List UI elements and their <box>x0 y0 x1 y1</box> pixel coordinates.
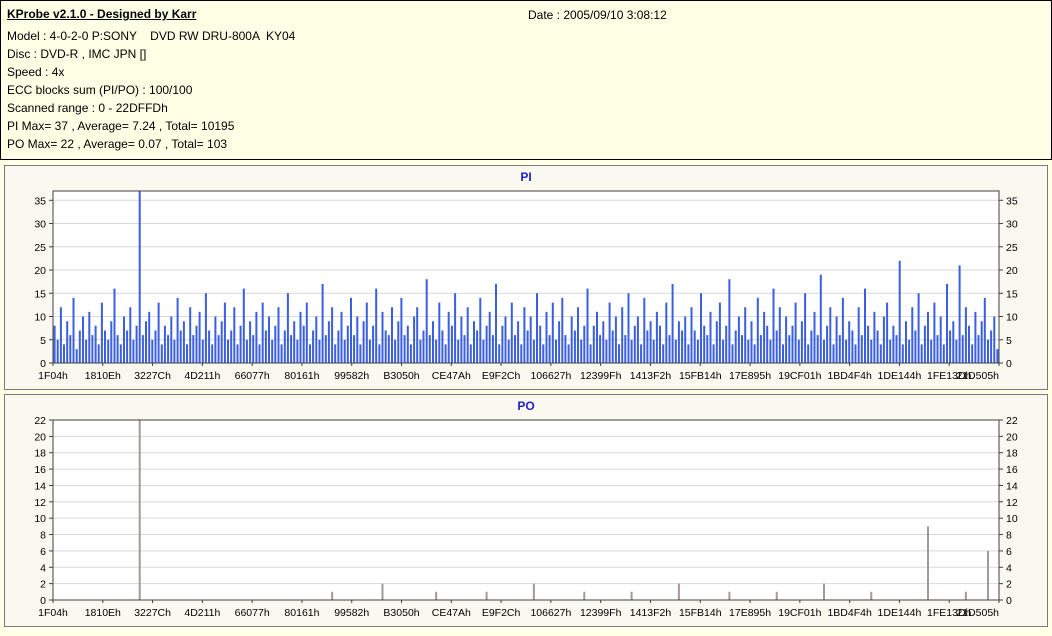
svg-text:21D505h: 21D505h <box>956 370 999 382</box>
svg-text:1810Eh: 1810Eh <box>85 607 121 619</box>
svg-text:16: 16 <box>34 464 46 476</box>
pi-chart-title: PI <box>520 170 532 184</box>
header-panel: KProbe v2.1.0 - Designed by Karr Date : … <box>0 0 1052 160</box>
svg-text:6: 6 <box>40 546 46 558</box>
svg-text:14: 14 <box>1006 480 1018 492</box>
svg-text:20: 20 <box>1006 265 1018 277</box>
svg-text:0: 0 <box>1006 595 1012 607</box>
svg-text:18: 18 <box>34 448 46 460</box>
po-stats-line: PO Max= 22 , Average= 0.07 , Total= 103 <box>7 137 228 151</box>
svg-text:0: 0 <box>40 358 46 370</box>
svg-text:4: 4 <box>1006 562 1012 574</box>
svg-text:66077h: 66077h <box>235 607 270 619</box>
speed-line: Speed : 4x <box>7 65 65 79</box>
svg-text:15FB14h: 15FB14h <box>679 607 722 619</box>
svg-text:25: 25 <box>1006 242 1018 254</box>
svg-text:1DE144h: 1DE144h <box>878 370 922 382</box>
svg-text:2: 2 <box>1006 579 1012 591</box>
disc-line: Disc : DVD-R , IMC JPN [] <box>7 47 147 61</box>
svg-text:15FB14h: 15FB14h <box>679 370 722 382</box>
svg-text:4D211h: 4D211h <box>184 370 220 382</box>
svg-text:E9F2Ch: E9F2Ch <box>482 607 521 619</box>
svg-text:4: 4 <box>40 562 46 574</box>
pi-panel: PI 0 0 5 5 10 10 15 15 20 20 25 25 30 30 35 35 1F04h 1810… <box>4 165 1048 390</box>
ecc-blocks-line: ECC blocks sum (PI/PO) : 100/100 <box>7 83 193 97</box>
svg-text:1F04h: 1F04h <box>38 607 68 619</box>
svg-text:1810Eh: 1810Eh <box>85 370 121 382</box>
svg-text:10: 10 <box>1006 312 1018 324</box>
svg-text:B3050h: B3050h <box>383 607 419 619</box>
svg-text:17E895h: 17E895h <box>729 607 771 619</box>
svg-text:106627h: 106627h <box>530 370 571 382</box>
svg-text:99582h: 99582h <box>334 607 369 619</box>
svg-text:19CF01h: 19CF01h <box>778 370 821 382</box>
svg-text:B3050h: B3050h <box>383 370 419 382</box>
svg-text:3227Ch: 3227Ch <box>134 607 171 619</box>
scan-date: Date : 2005/09/10 3:08:12 <box>528 8 667 22</box>
scanned-range-line: Scanned range : 0 - 22DFFDh <box>7 101 168 115</box>
svg-text:3227Ch: 3227Ch <box>134 370 171 382</box>
app-title: KProbe v2.1.0 - Designed by Karr <box>7 7 197 21</box>
svg-text:106627h: 106627h <box>530 607 571 619</box>
svg-text:80161h: 80161h <box>284 607 319 619</box>
svg-text:20: 20 <box>34 431 46 443</box>
pi-chart: 0 0 5 5 10 10 15 15 20 20 25 25 30 30 35 35 1F04h 1810Eh 3… <box>34 190 1018 382</box>
svg-text:66077h: 66077h <box>235 370 270 382</box>
svg-text:5: 5 <box>1006 335 1012 347</box>
svg-text:22: 22 <box>34 415 46 427</box>
header-top-row: KProbe v2.1.0 - Designed by Karr Date : … <box>1 1 1051 27</box>
svg-text:19CF01h: 19CF01h <box>778 607 821 619</box>
svg-text:10: 10 <box>1006 513 1018 525</box>
pi-stats-line: PI Max= 37 , Average= 7.24 , Total= 1019… <box>7 119 235 133</box>
svg-text:20: 20 <box>1006 431 1018 443</box>
svg-text:10: 10 <box>34 513 46 525</box>
svg-text:18: 18 <box>1006 448 1018 460</box>
svg-text:20: 20 <box>34 265 46 277</box>
svg-text:1DE144h: 1DE144h <box>878 607 922 619</box>
svg-text:12399Fh: 12399Fh <box>580 370 622 382</box>
svg-text:1413F2h: 1413F2h <box>630 370 672 382</box>
svg-text:15: 15 <box>1006 288 1018 300</box>
svg-text:0: 0 <box>1006 358 1012 370</box>
svg-text:1BD4F4h: 1BD4F4h <box>827 370 872 382</box>
svg-text:12: 12 <box>1006 497 1018 509</box>
svg-text:CE47Ah: CE47Ah <box>432 370 471 382</box>
svg-text:6: 6 <box>1006 546 1012 558</box>
svg-text:0: 0 <box>40 595 46 607</box>
po-chart: 0 02 24 46 68 810 1012 1214 1416 1618 1820 2022 221F… <box>34 415 1018 619</box>
svg-text:1BD4F4h: 1BD4F4h <box>827 607 872 619</box>
svg-text:16: 16 <box>1006 464 1018 476</box>
svg-text:14: 14 <box>34 480 46 492</box>
svg-text:22: 22 <box>1006 415 1018 427</box>
svg-text:30: 30 <box>34 219 46 231</box>
svg-text:15: 15 <box>34 288 46 300</box>
svg-text:25: 25 <box>34 242 46 254</box>
svg-text:4D211h: 4D211h <box>184 607 220 619</box>
svg-text:17E895h: 17E895h <box>729 370 771 382</box>
svg-text:5: 5 <box>40 335 46 347</box>
svg-text:E9F2Ch: E9F2Ch <box>482 370 521 382</box>
svg-text:1F04h: 1F04h <box>38 370 68 382</box>
svg-text:8: 8 <box>40 530 46 542</box>
po-chart-title: PO <box>517 399 535 413</box>
svg-text:21D505h: 21D505h <box>956 607 999 619</box>
svg-text:99582h: 99582h <box>334 370 369 382</box>
svg-text:30: 30 <box>1006 219 1018 231</box>
svg-text:CE47Ah: CE47Ah <box>432 607 471 619</box>
svg-text:1413F2h: 1413F2h <box>630 607 672 619</box>
svg-text:12399Fh: 12399Fh <box>580 607 622 619</box>
svg-text:35: 35 <box>34 195 46 207</box>
svg-text:12: 12 <box>34 497 46 509</box>
svg-text:2: 2 <box>40 579 46 591</box>
po-panel: PO 0 0 2 2 4 4 6 6 8 8 10 10 12 12 14 14 16 16 18 18 20 20 22 2… <box>4 394 1048 627</box>
svg-text:35: 35 <box>1006 195 1018 207</box>
svg-text:10: 10 <box>34 312 46 324</box>
svg-text:80161h: 80161h <box>284 370 319 382</box>
model-line: Model : 4-0-2-0 P:SONY DVD RW DRU-800A K… <box>7 29 296 43</box>
svg-text:8: 8 <box>1006 530 1012 542</box>
